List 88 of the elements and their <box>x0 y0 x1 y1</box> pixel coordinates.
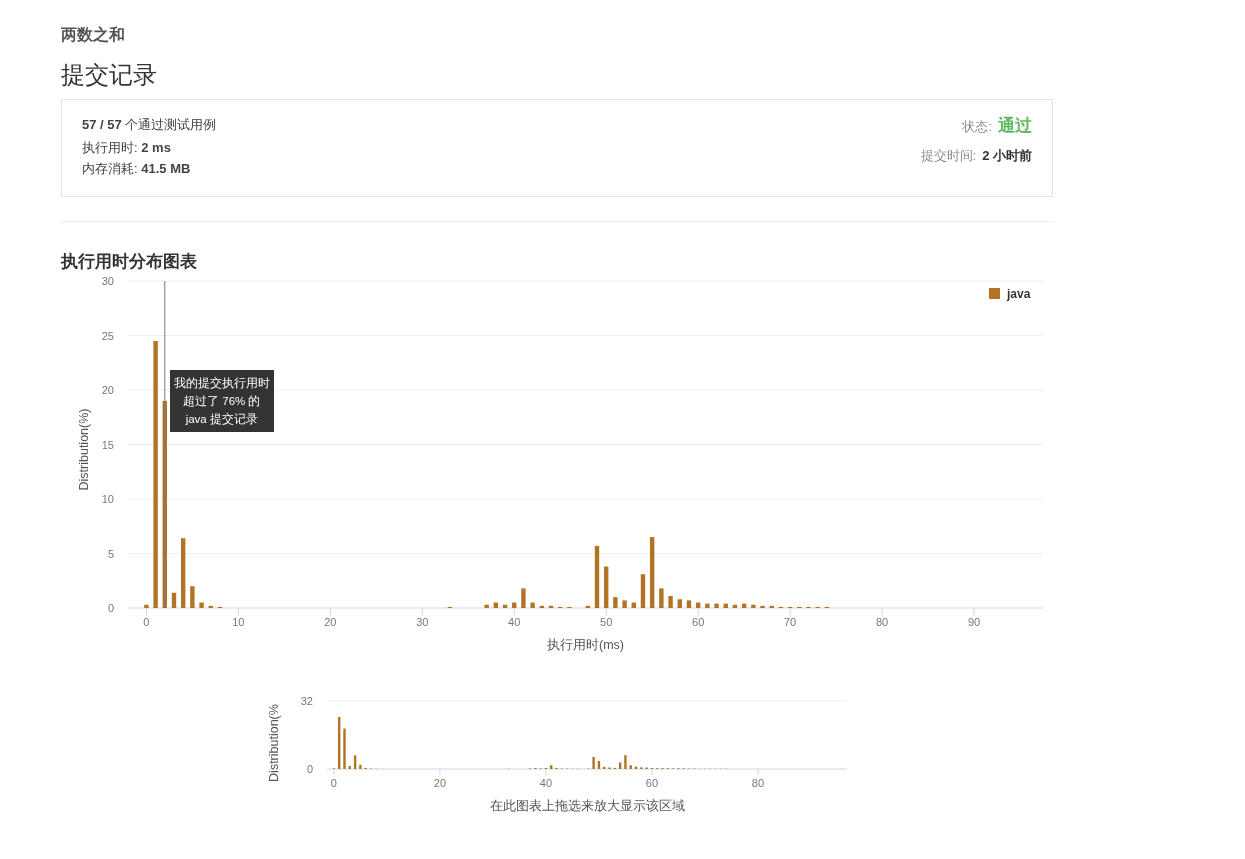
bar <box>484 604 489 608</box>
bar <box>592 756 595 769</box>
bar <box>741 603 747 608</box>
bar <box>338 716 341 769</box>
axis-tick-label: 10 <box>232 616 245 628</box>
bar <box>659 588 664 608</box>
chart-title: 执行用时分布图表 <box>61 251 198 273</box>
bar <box>760 605 765 608</box>
bar <box>629 765 632 769</box>
axis-tick-label: 30 <box>101 275 114 287</box>
bar <box>550 765 553 769</box>
bar <box>714 603 719 608</box>
bar <box>695 602 701 608</box>
bar <box>585 605 590 608</box>
runtime-text: 执行用时: 2 ms <box>82 139 172 157</box>
status-label: 状态: <box>962 118 992 136</box>
tooltip: 我的提交执行用时超过了 76% 的 java 提交记录 <box>169 370 274 432</box>
bar <box>181 538 186 608</box>
axis-tick-label: 5 <box>107 547 114 560</box>
bar <box>353 755 357 769</box>
bar <box>144 604 149 608</box>
bar <box>613 597 618 608</box>
bar <box>751 604 756 608</box>
bar <box>677 599 682 608</box>
bar <box>343 728 346 769</box>
bar <box>604 566 609 608</box>
bar <box>493 602 499 608</box>
bar <box>208 605 213 608</box>
bar <box>634 766 638 769</box>
axis-tick-label: 90 <box>967 616 981 628</box>
bar <box>649 537 655 608</box>
axis-tick-label: 80 <box>875 616 889 628</box>
passed-tests-text: 57 / 57 个通过测试用例 <box>82 116 217 134</box>
axis-tick-label: 0 <box>143 616 150 628</box>
bar <box>631 602 636 608</box>
page-title: 提交记录 <box>61 60 158 90</box>
bar <box>732 604 738 608</box>
axis-tick-label: 50 <box>600 616 613 628</box>
bar <box>539 605 544 608</box>
y-axis-title: Distribution(%) <box>77 408 91 491</box>
axis-tick-label: 60 <box>645 777 659 789</box>
bar <box>521 588 526 608</box>
legend-label: java <box>1007 287 1031 301</box>
bar <box>594 545 600 608</box>
axis-tick-label: 20 <box>324 616 337 628</box>
memory-text: 内存消耗: 41.5 MB <box>82 160 192 178</box>
bar <box>190 586 195 608</box>
bar <box>769 605 774 608</box>
axis-tick-label: 60 <box>692 616 705 628</box>
bar <box>705 603 710 608</box>
x-axis-title: 执行用时(ms) <box>547 638 624 652</box>
y-axis-title: Distribution(% <box>267 704 281 782</box>
bar <box>348 766 351 769</box>
axis-tick-label: 20 <box>433 777 447 789</box>
axis-tick-label: 0 <box>306 763 313 775</box>
bar <box>640 574 646 608</box>
axis-tick-label: 20 <box>101 384 114 396</box>
axis-tick-label: 32 <box>300 695 313 707</box>
axis-tick-label: 70 <box>784 616 797 628</box>
bar <box>624 755 627 769</box>
bar <box>548 605 554 608</box>
bar <box>686 600 692 608</box>
bar <box>199 602 204 608</box>
bar <box>597 760 601 769</box>
bar <box>603 766 606 769</box>
bar <box>512 602 517 608</box>
bar <box>530 602 535 608</box>
axis-tick-label: 15 <box>101 438 114 451</box>
submit-time-label: 提交时间: <box>920 147 977 165</box>
status-value: 通过 <box>998 115 1032 137</box>
axis-tick-label: 80 <box>751 777 765 789</box>
axis-tick-label: 40 <box>508 616 521 628</box>
problem-title: 两数之和 <box>61 25 126 45</box>
bar <box>171 592 177 608</box>
bar <box>622 600 627 608</box>
axis-tick-label: 10 <box>101 493 114 505</box>
submit-time-value: 2 小时前 <box>982 147 1032 165</box>
axis-tick-label: 0 <box>330 777 337 789</box>
axis-tick-label: 40 <box>539 777 553 789</box>
legend-swatch <box>989 288 1000 299</box>
axis-tick-label: 0 <box>107 602 114 614</box>
x-axis-title: 在此图表上拖选来放大显示该区域 <box>489 799 685 813</box>
bar <box>723 603 728 608</box>
axis-tick-label: 25 <box>101 329 114 342</box>
bar <box>502 604 508 608</box>
axis-tick-label: 30 <box>416 616 429 628</box>
bar <box>668 596 673 608</box>
bar <box>359 764 362 769</box>
